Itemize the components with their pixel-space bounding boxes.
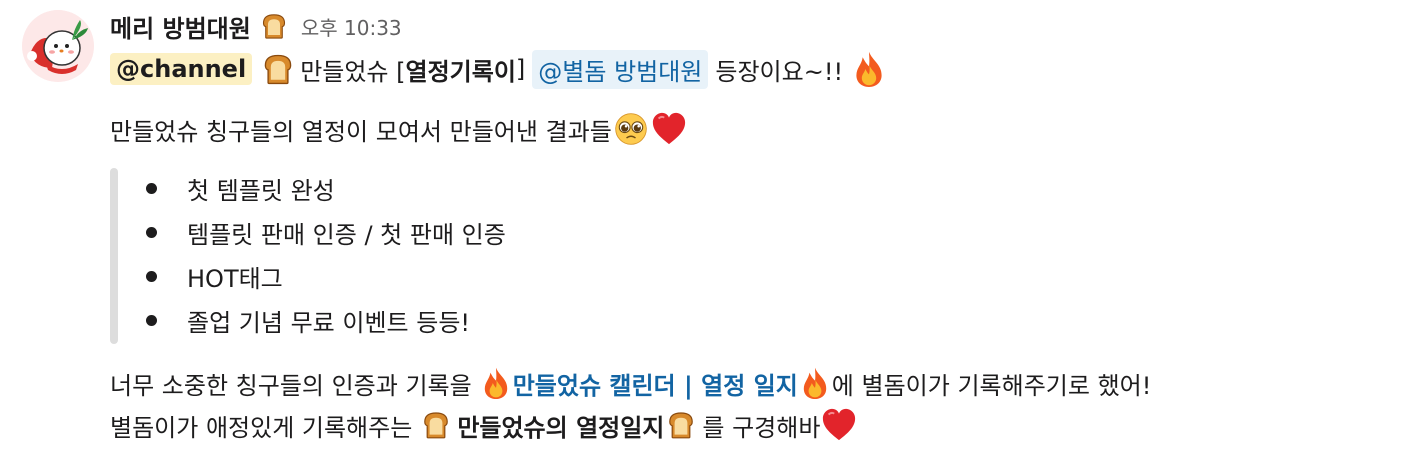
bread-icon — [259, 11, 289, 41]
bullet-dot — [146, 270, 157, 282]
line-4-text-a: 별돔이가 애정있게 기록해주는 — [110, 413, 413, 442]
list-item-text: 첫 템플릿 완성 — [187, 176, 335, 205]
bullet-dot — [146, 182, 157, 194]
pleading-face-icon — [612, 110, 650, 148]
line-1-text-c: 등장이요~!! — [715, 57, 844, 86]
line-1-bold: 열정기록이 — [405, 57, 516, 86]
list-item: 템플릿 판매 인증 / 첫 판매 인증 — [146, 210, 506, 254]
line-2-text: 만들었슈 칭구들의 열정이 모여서 만들어낸 결과들 — [110, 117, 612, 146]
bullet-dot — [146, 314, 157, 326]
list-item: HOT태그 — [146, 254, 506, 298]
message-header: 메리 방범대원 오후 10:33 — [110, 8, 402, 44]
list-item-text: 템플릿 판매 인증 / 첫 판매 인증 — [187, 220, 506, 249]
fire-icon — [479, 366, 513, 400]
line-4-bold: 만들었슈의 열정일지 — [457, 413, 665, 442]
bread-icon — [419, 408, 453, 442]
blockquote-bar — [110, 168, 118, 344]
fire-icon — [850, 50, 888, 88]
list-item-text: HOT태그 — [187, 264, 283, 293]
message-line-3: 너무 소중한 칭구들의 인증과 기록을 만들었슈 캘린더 | 열정 일지 에 별… — [110, 362, 1151, 404]
bread-icon — [259, 50, 297, 88]
sender-name[interactable]: 메리 방범대원 — [110, 9, 251, 44]
list-item-text: 졸업 기념 무료 이벤트 등등! — [187, 308, 471, 337]
channel-mention[interactable]: @channel — [110, 53, 253, 85]
list-item: 첫 템플릿 완성 — [146, 166, 506, 210]
calendar-link[interactable]: 만들었슈 캘린더 | 열정 일지 — [513, 366, 798, 401]
line-4-text-b: 를 구경해바 — [702, 413, 821, 442]
fire-icon — [798, 366, 832, 400]
avatar[interactable] — [22, 10, 94, 82]
user-mention[interactable]: @별돔 방범대원 — [532, 49, 709, 89]
line-1-text-b: ] — [515, 55, 526, 83]
bullet-list: 첫 템플릿 완성 템플릿 판매 인증 / 첫 판매 인증 HOT태그 졸업 기념… — [146, 166, 506, 342]
line-3-text-a: 너무 소중한 칭구들의 인증과 기록을 — [110, 371, 472, 400]
message-timestamp[interactable]: 오후 10:33 — [301, 12, 402, 41]
line-3-text-b: 에 별돔이가 기록해주기로 했어! — [831, 371, 1152, 400]
red-heart-icon — [820, 406, 858, 444]
line-1-text-a: 만들었슈 [ — [300, 57, 406, 86]
bullet-dot — [146, 226, 157, 238]
message-line-4: 별돔이가 애정있게 기록해주는 만들었슈의 열정일지 를 구경해바 — [110, 404, 858, 446]
message-line-1: @channel 만들었슈 [ 열정기록이 ] @별돔 방범대원 등장이요~!! — [110, 48, 888, 90]
red-heart-icon — [650, 110, 688, 148]
bread-icon — [664, 408, 698, 442]
message-line-2: 만들었슈 칭구들의 열정이 모여서 만들어낸 결과들 — [110, 108, 688, 150]
list-item: 졸업 기념 무료 이벤트 등등! — [146, 298, 506, 342]
avatar-image — [22, 10, 94, 82]
